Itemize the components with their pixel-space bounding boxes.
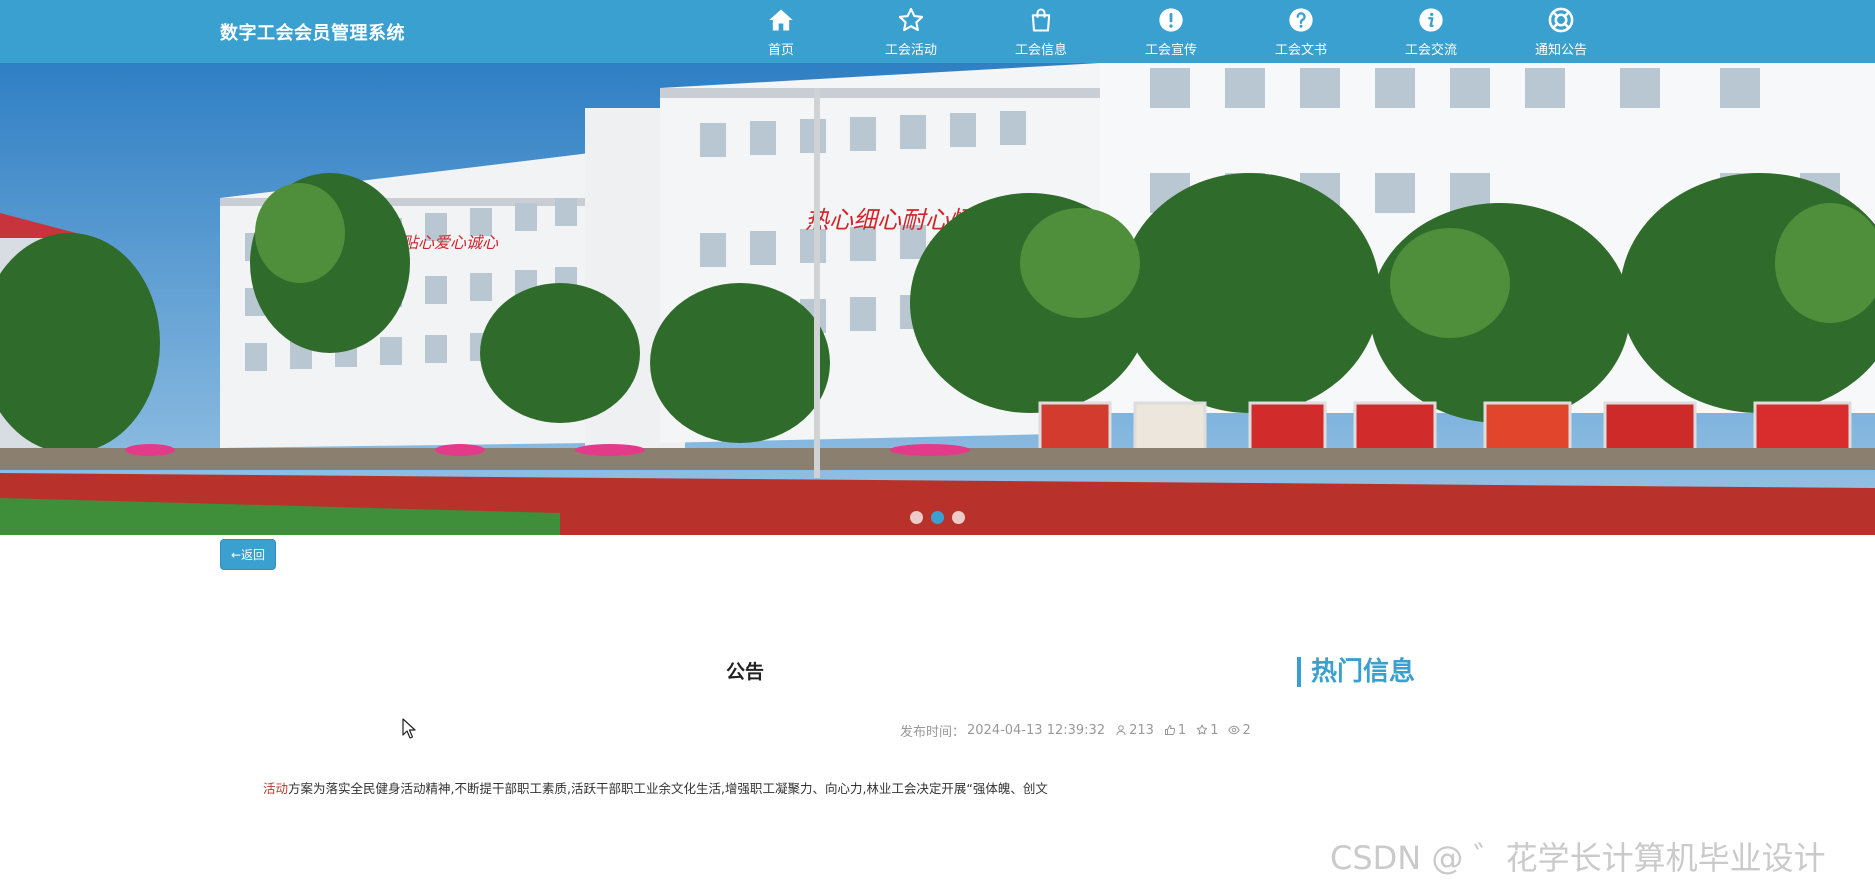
thumbs-up-icon — [1164, 724, 1176, 735]
nav-label: 工会活动 — [884, 43, 937, 58]
carousel-indicators — [0, 511, 1875, 524]
home-icon — [769, 9, 793, 31]
question-circle-icon — [1289, 8, 1313, 32]
nav-item-exchange[interactable]: 工会交流 — [1366, 0, 1496, 63]
shopping-bag-icon — [1031, 8, 1051, 32]
hot-info-title: 热门信息 — [1297, 657, 1415, 687]
article-content: 活动方案为落实全民健身活动精神,不断提干部职工素质,活跃干部职工业余文化生活,增… — [263, 778, 1048, 797]
nav-item-home[interactable]: 首页 — [716, 0, 846, 63]
eye-icon — [1228, 725, 1241, 735]
info-circle-icon — [1419, 8, 1443, 32]
banner-carousel[interactable]: 热心细心耐心恒心 关心贴心爱心诚心 — [0, 63, 1875, 535]
main-nav: 首页 工会活动 工会信息 工会宣传 工会文书 工会交流 通知公告 — [716, 0, 1626, 63]
nav-label: 工会宣传 — [1144, 43, 1197, 58]
carousel-dot[interactable] — [952, 511, 965, 524]
nav-label: 工会信息 — [1014, 43, 1067, 58]
nav-label: 工会文书 — [1274, 43, 1327, 58]
top-nav-bar: 数字工会会员管理系统 首页 工会活动 工会信息 工会宣传 工会文书 工会交流 通… — [0, 0, 1875, 63]
watermark: CSDN @ ゛花学长计算机毕业设计 — [1330, 839, 1826, 877]
carousel-dot-active[interactable] — [931, 511, 944, 524]
lifebuoy-icon — [1548, 7, 1574, 33]
star-icon — [898, 7, 924, 32]
nav-item-info[interactable]: 工会信息 — [976, 0, 1106, 63]
exclamation-circle-icon — [1159, 8, 1183, 32]
content-text: 方案为落实全民健身活动精神,不断提干部职工素质,活跃干部职工业余文化生活,增强职… — [288, 781, 1048, 796]
star-outline-icon — [1197, 724, 1208, 735]
site-brand[interactable]: 数字工会会员管理系统 — [220, 19, 405, 45]
nav-item-activities[interactable]: 工会活动 — [846, 0, 976, 63]
back-button[interactable]: ←返回 — [220, 539, 276, 570]
nav-label: 工会交流 — [1404, 43, 1457, 58]
mouse-cursor-icon — [402, 718, 416, 739]
nav-item-notices[interactable]: 通知公告 — [1496, 0, 1626, 63]
publish-time-value: 2024-04-13 12:39:32 — [967, 722, 1106, 738]
carousel-dot[interactable] — [910, 511, 923, 524]
nav-item-publicity[interactable]: 工会宣传 — [1106, 0, 1236, 63]
view-count: 213 — [1115, 723, 1154, 738]
publish-label: 发布时间： — [900, 724, 966, 740]
nav-item-documents[interactable]: 工会文书 — [1236, 0, 1366, 63]
article-meta: 发布时间： 2024-04-13 12:39:32 213 1 1 2 — [900, 721, 1251, 740]
comment-count: 2 — [1228, 723, 1251, 738]
like-count[interactable]: 1 — [1164, 723, 1186, 738]
favorite-count[interactable]: 1 — [1196, 723, 1218, 738]
nav-label: 首页 — [767, 43, 794, 58]
user-icon — [1116, 725, 1126, 736]
article-title: 公告 — [725, 661, 764, 683]
content-highlight[interactable]: 活动 — [263, 781, 288, 796]
publish-time: 发布时间： 2024-04-13 12:39:32 — [900, 721, 1105, 740]
nav-label: 通知公告 — [1534, 43, 1587, 58]
banner-image: 热心细心耐心恒心 关心贴心爱心诚心 — [0, 63, 1875, 535]
